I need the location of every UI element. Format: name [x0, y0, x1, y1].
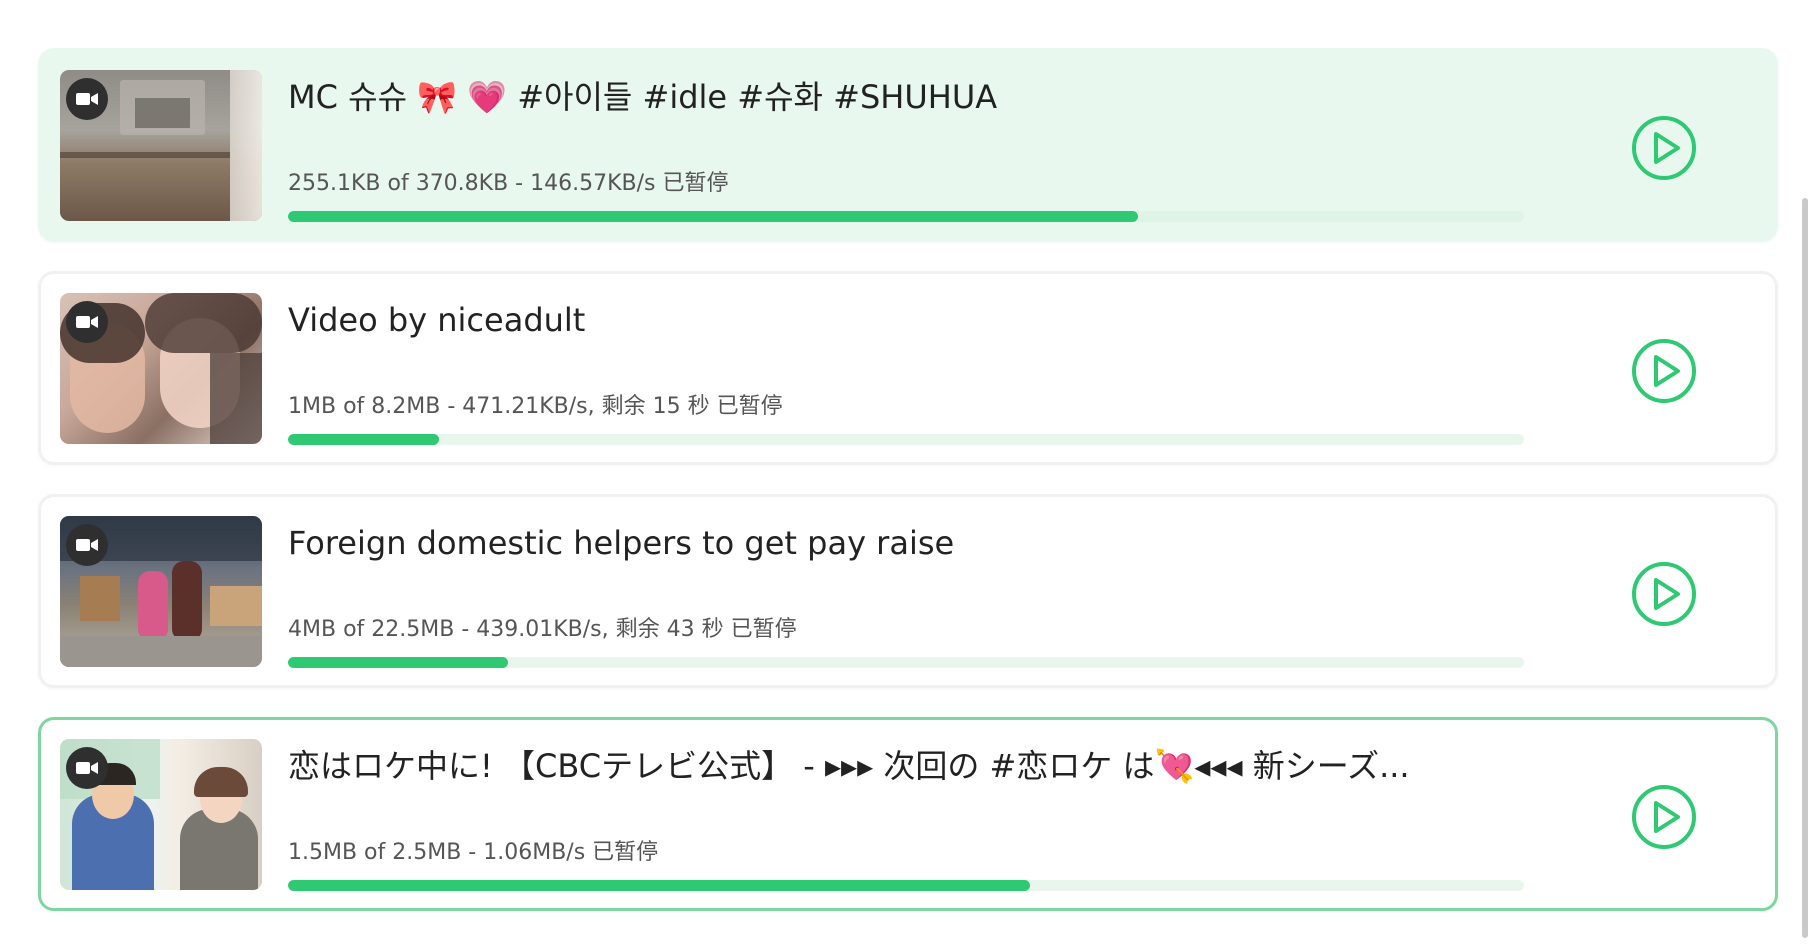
download-status: 4MB of 22.5MB - 439.01KB/s, 剩余 43 秒 已暂停 [288, 617, 797, 642]
download-item[interactable]: 恋はロケ中に! 【CBCテレビ公式】 - ▸▸▸ 次回の #恋ロケ は💘◂◂◂ … [38, 717, 1778, 911]
progress-bar [288, 434, 1524, 445]
video-thumbnail[interactable] [60, 516, 262, 667]
scrollbar[interactable] [1802, 198, 1808, 938]
video-camera-icon [66, 78, 108, 120]
download-status: 255.1KB of 370.8KB - 146.57KB/s 已暂停 [288, 171, 729, 196]
progress-fill [288, 434, 439, 445]
download-item[interactable]: Video by niceadult 1MB of 8.2MB - 471.21… [38, 271, 1778, 465]
download-title: 恋はロケ中に! 【CBCテレビ公式】 - ▸▸▸ 次回の #恋ロケ は💘◂◂◂ … [288, 747, 1410, 785]
video-camera-icon [66, 747, 108, 789]
download-item[interactable]: MC 슈슈 🎀 💗 #아이들 #idle #슈화 #SHUHUA 255.1KB… [38, 48, 1778, 242]
play-icon[interactable] [1631, 561, 1697, 627]
progress-bar [288, 880, 1524, 891]
progress-bar [288, 657, 1524, 668]
download-title: MC 슈슈 🎀 💗 #아이들 #idle #슈화 #SHUHUA [288, 78, 998, 116]
video-thumbnail[interactable] [60, 739, 262, 890]
video-thumbnail[interactable] [60, 293, 262, 444]
progress-fill [288, 211, 1139, 222]
play-icon[interactable] [1631, 115, 1697, 181]
progress-fill [288, 880, 1030, 891]
progress-fill [288, 657, 508, 668]
play-icon[interactable] [1631, 338, 1697, 404]
video-camera-icon [66, 301, 108, 343]
download-item[interactable]: Foreign domestic helpers to get pay rais… [38, 494, 1778, 688]
download-title: Video by niceadult [288, 301, 586, 339]
download-list: MC 슈슈 🎀 💗 #아이들 #idle #슈화 #SHUHUA 255.1KB… [38, 48, 1778, 940]
download-title: Foreign domestic helpers to get pay rais… [288, 524, 955, 562]
download-status: 1MB of 8.2MB - 471.21KB/s, 剩余 15 秒 已暂停 [288, 394, 783, 419]
download-status: 1.5MB of 2.5MB - 1.06MB/s 已暂停 [288, 840, 659, 865]
video-camera-icon [66, 524, 108, 566]
progress-bar [288, 211, 1524, 222]
video-thumbnail[interactable] [60, 70, 262, 221]
play-icon[interactable] [1631, 784, 1697, 850]
